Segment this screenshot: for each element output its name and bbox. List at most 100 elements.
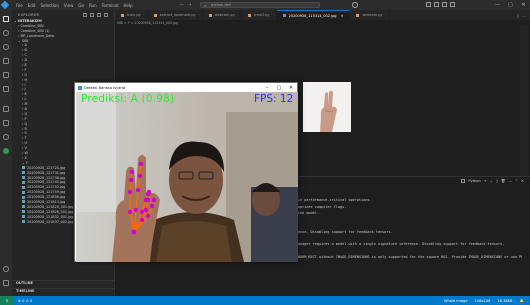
close-panel-icon[interactable]: ✕ bbox=[521, 179, 524, 183]
fps-label: FPS: 12 bbox=[254, 93, 294, 105]
file-tree-item-label: 20200928_121820_001.jpg bbox=[27, 204, 74, 209]
customize-layout-icon[interactable] bbox=[450, 2, 455, 7]
collapse-all-icon[interactable] bbox=[104, 12, 108, 17]
breadcrumb[interactable]: SIBI > Y > 20200928_115314_002.jpg bbox=[117, 21, 178, 25]
image-file-icon bbox=[282, 14, 286, 17]
new-terminal-icon[interactable]: + bbox=[484, 179, 487, 183]
timeline-section[interactable]: TIMELINE bbox=[12, 288, 115, 293]
image-file-icon bbox=[22, 210, 25, 214]
remote-indicator[interactable]: ⟩⟨ bbox=[0, 296, 14, 305]
menu-run[interactable]: Run bbox=[89, 3, 97, 8]
terminal-dropdown-icon[interactable]: ⌄ bbox=[490, 179, 493, 183]
menu-file[interactable]: File bbox=[16, 3, 23, 8]
tab-label: 20200928_115314_002.jpg bbox=[288, 13, 337, 18]
tab-train2-py[interactable]: train2.py bbox=[242, 10, 277, 20]
maximize-panel-icon[interactable]: ^ bbox=[515, 179, 518, 183]
copilot-icon[interactable] bbox=[352, 2, 358, 8]
vscode-logo-icon bbox=[0, 0, 10, 10]
image-file-icon bbox=[22, 176, 25, 179]
python-env-icon[interactable] bbox=[3, 134, 9, 140]
status-right-items: Whole image 108x108 18.38KB 🔔 bbox=[444, 299, 530, 303]
account-icon[interactable] bbox=[3, 266, 9, 272]
toggle-secondary-sidebar-icon[interactable] bbox=[442, 2, 447, 7]
title-bar: File Edit Selection View Go Run Terminal… bbox=[0, 0, 530, 10]
file-tree-item-label: I bbox=[24, 82, 26, 87]
toggle-panel-icon[interactable] bbox=[434, 2, 439, 7]
search-view-icon[interactable] bbox=[3, 30, 9, 36]
more-icon[interactable]: … bbox=[508, 179, 512, 183]
cv-minimize-button[interactable]: – bbox=[261, 83, 273, 92]
close-button[interactable]: ✕ bbox=[517, 0, 530, 10]
new-folder-icon[interactable] bbox=[90, 12, 94, 17]
forward-arrow-icon[interactable]: → bbox=[187, 2, 194, 8]
tab-extract-landmark-py[interactable]: extract_landmark.py bbox=[148, 10, 203, 20]
menu-view[interactable]: View bbox=[64, 3, 74, 8]
extensions-icon[interactable] bbox=[3, 86, 9, 92]
minimap[interactable] bbox=[520, 26, 528, 176]
split-editor-icon[interactable]: ▯ bbox=[517, 13, 519, 18]
timeline-label: TIMELINE bbox=[16, 289, 35, 293]
detection-window-titlebar[interactable]: Deteksi Bahasa Isyarat – ▢ ✕ bbox=[75, 83, 297, 92]
more-actions-icon[interactable]: … bbox=[522, 13, 526, 18]
python-file-icon bbox=[356, 13, 360, 17]
tab-label: train2.py bbox=[253, 13, 270, 17]
refresh-icon[interactable] bbox=[97, 12, 101, 17]
image-file-icon bbox=[22, 190, 25, 194]
tab-webcam-py-2[interactable]: webcam.py bbox=[350, 10, 390, 20]
command-center-label: python-dev bbox=[211, 3, 231, 7]
hand-sign-image bbox=[303, 82, 351, 132]
problems-count[interactable]: ⊗ 0 ⚠ 0 bbox=[18, 299, 32, 303]
menu-bar: File Edit Selection View Go Run Terminal… bbox=[16, 3, 133, 8]
testing-icon[interactable] bbox=[3, 106, 9, 112]
manage-gear-icon[interactable] bbox=[3, 280, 9, 286]
outline-section[interactable]: OUTLINE bbox=[12, 280, 115, 285]
file-tree-item-label: S bbox=[24, 131, 27, 136]
tab-label: extract_landmark.py bbox=[159, 13, 196, 17]
kill-terminal-icon[interactable]: 🗑 bbox=[501, 179, 506, 183]
file-tree-item-label: M bbox=[24, 102, 28, 107]
search-icon: ⌕ bbox=[204, 3, 207, 8]
cv-maximize-button[interactable]: ▢ bbox=[273, 83, 285, 92]
image-file-icon bbox=[22, 185, 25, 189]
tab-train-py[interactable]: train.py bbox=[115, 10, 148, 20]
maximize-button[interactable]: ▢ bbox=[504, 0, 517, 10]
terminal-shell-label[interactable]: Python bbox=[468, 179, 480, 183]
run-debug-icon[interactable] bbox=[3, 58, 9, 64]
source-control-icon[interactable] bbox=[3, 44, 9, 50]
nav-arrows[interactable]: ←→ bbox=[180, 2, 194, 8]
editor-actions: ▯ … bbox=[517, 10, 530, 20]
notifications-bell-icon[interactable]: 🔔 bbox=[520, 299, 524, 303]
command-center-search[interactable]: ⌕ python-dev bbox=[200, 2, 320, 8]
tab-image-file[interactable]: 20200928_115314_002.jpg ✕ bbox=[276, 10, 351, 20]
tab-label: webcam.py bbox=[362, 13, 383, 17]
file-tree-item-label: P bbox=[24, 116, 27, 121]
file-tree-item-label: Y bbox=[25, 160, 28, 165]
cv-close-button[interactable]: ✕ bbox=[285, 83, 297, 92]
file-tree-item-label: X bbox=[24, 155, 27, 160]
tab-webcam-py[interactable]: webcam.py bbox=[203, 10, 242, 20]
status-bar: ⟩⟨ ⊗ 0 ⚠ 0 Whole image 108x108 18.38KB 🔔 bbox=[0, 296, 530, 305]
file-tree-item-label: C bbox=[24, 53, 27, 58]
file-tree-item-label: Q bbox=[24, 121, 28, 126]
menu-terminal[interactable]: Terminal bbox=[102, 3, 119, 8]
menu-edit[interactable]: Edit bbox=[28, 3, 36, 8]
toggle-sidebar-icon[interactable] bbox=[426, 2, 431, 7]
menu-go[interactable]: Go bbox=[78, 3, 84, 8]
file-tree-item-label: 20200928_121759.jpg bbox=[27, 190, 66, 195]
github-actions-icon[interactable] bbox=[3, 148, 9, 154]
image-zoom-status[interactable]: Whole image bbox=[444, 299, 468, 303]
detection-window[interactable]: Deteksi Bahasa Isyarat – ▢ ✕ Prediksi: A… bbox=[74, 82, 298, 262]
image-file-icon bbox=[22, 195, 25, 199]
close-tab-icon[interactable]: ✕ bbox=[341, 14, 344, 18]
minimize-button[interactable]: — bbox=[491, 0, 504, 10]
explorer-icon[interactable] bbox=[3, 16, 9, 22]
flask-icon[interactable] bbox=[3, 120, 9, 126]
remote-explorer-icon[interactable] bbox=[3, 72, 9, 78]
prediction-label: Prediksi: A (0.98) bbox=[81, 93, 175, 105]
menu-help[interactable]: Help bbox=[124, 3, 133, 8]
file-tree-item-label: R bbox=[24, 126, 27, 131]
menu-selection[interactable]: Selection bbox=[40, 3, 58, 8]
file-tree-item-label: 20200928_121832_001.jpg bbox=[27, 214, 74, 219]
new-file-icon[interactable] bbox=[83, 12, 87, 17]
split-terminal-icon[interactable]: ▯ bbox=[496, 179, 498, 183]
